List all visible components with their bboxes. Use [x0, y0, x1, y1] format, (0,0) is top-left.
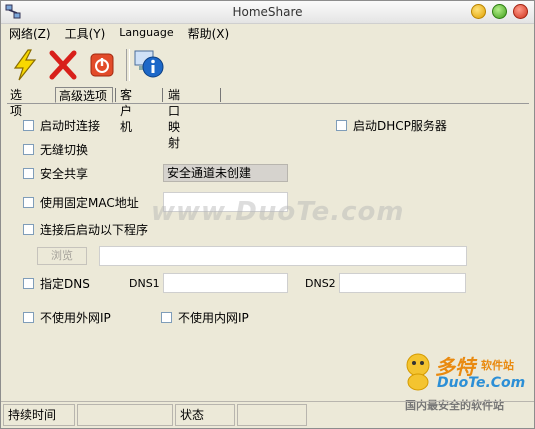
tab-advanced-options[interactable]: 高级选项: [55, 87, 113, 103]
connect-on-start-row: 启动时连接: [23, 117, 100, 133]
dns2-input[interactable]: [339, 273, 466, 293]
toolbar: [1, 45, 534, 85]
menu-language[interactable]: Language: [111, 24, 179, 42]
seamless-switch-checkbox[interactable]: [23, 143, 34, 155]
status-duration-label: 持续时间: [3, 404, 75, 426]
tab-divider: [115, 88, 116, 102]
secure-share-label: 安全共享: [40, 166, 89, 181]
connect-on-start-checkbox[interactable]: [23, 119, 34, 131]
secure-share-checkbox[interactable]: [23, 167, 34, 179]
status-state-label: 状态: [175, 404, 235, 426]
fixed-mac-checkbox[interactable]: [23, 196, 34, 208]
fixed-mac-row: 使用固定MAC地址: [23, 194, 139, 210]
tab-port-mapping[interactable]: 端口映射: [165, 87, 183, 150]
specify-dns-label: 指定DNS: [40, 276, 90, 291]
specify-dns-checkbox[interactable]: [23, 277, 34, 289]
no-internal-ip-label: 不使用内网IP: [178, 310, 249, 325]
watermark-text: www.DuoTe.com: [151, 197, 405, 227]
minimize-button[interactable]: [471, 4, 486, 19]
power-icon[interactable]: [86, 48, 118, 82]
toolbar-separator: [126, 49, 130, 81]
no-internal-ip-row: 不使用内网IP: [161, 309, 249, 325]
logo-small-text: 软件站: [481, 359, 514, 372]
secure-share-row: 安全共享: [23, 165, 88, 181]
menu-tools[interactable]: 工具(Y): [57, 24, 112, 42]
status-duration-value: [77, 404, 173, 426]
close-button[interactable]: [513, 4, 528, 19]
start-dhcp-checkbox[interactable]: [336, 119, 347, 131]
specify-dns-row: 指定DNS: [23, 275, 90, 291]
start-dhcp-row: 启动DHCP服务器: [336, 117, 447, 133]
title-bar[interactable]: HomeShare: [1, 1, 534, 24]
secure-status-field: 安全通道未创建: [163, 164, 288, 182]
logo-en-text: DuoTe.Com: [437, 375, 526, 391]
tab-divider: [220, 88, 221, 102]
browse-button[interactable]: 浏览: [37, 247, 87, 265]
program-path-input[interactable]: [99, 246, 467, 266]
dns1-input[interactable]: [163, 273, 288, 293]
menu-network[interactable]: 网络(Z): [1, 24, 57, 42]
tab-divider: [162, 88, 163, 102]
maximize-button[interactable]: [492, 4, 507, 19]
seamless-switch-label: 无缝切换: [40, 142, 89, 157]
lightning-icon[interactable]: [9, 48, 41, 82]
start-dhcp-label: 启动DHCP服务器: [353, 118, 447, 133]
menu-bar: 网络(Z) 工具(Y) Language 帮助(X): [1, 24, 534, 42]
no-internal-ip-checkbox[interactable]: [161, 311, 172, 323]
status-bar: 持续时间 状态: [1, 401, 534, 429]
window-title: HomeShare: [232, 5, 303, 19]
mascot-icon: [406, 353, 430, 391]
no-external-ip-row: 不使用外网IP: [23, 309, 111, 325]
dns1-label: DNS1: [129, 277, 160, 290]
connect-on-start-label: 启动时连接: [40, 118, 101, 133]
run-after-connect-checkbox[interactable]: [23, 223, 34, 235]
tab-options[interactable]: 选项: [7, 87, 25, 118]
seamless-switch-row: 无缝切换: [23, 141, 88, 157]
no-external-ip-label: 不使用外网IP: [40, 310, 111, 325]
red-x-icon[interactable]: [47, 48, 79, 82]
menu-help[interactable]: 帮助(X): [180, 24, 236, 42]
run-after-connect-label: 连接后启动以下程序: [40, 222, 149, 237]
app-window: HomeShare 网络(Z) 工具(Y) Language 帮助(X) 选项 …: [0, 0, 535, 429]
status-state-value: [237, 404, 307, 426]
dns2-label: DNS2: [305, 277, 336, 290]
info-computer-icon[interactable]: [133, 48, 165, 82]
run-after-connect-row: 连接后启动以下程序: [23, 221, 148, 237]
fixed-mac-label: 使用固定MAC地址: [40, 195, 139, 210]
tab-clients[interactable]: 客户机: [117, 87, 135, 134]
no-external-ip-checkbox[interactable]: [23, 311, 34, 323]
